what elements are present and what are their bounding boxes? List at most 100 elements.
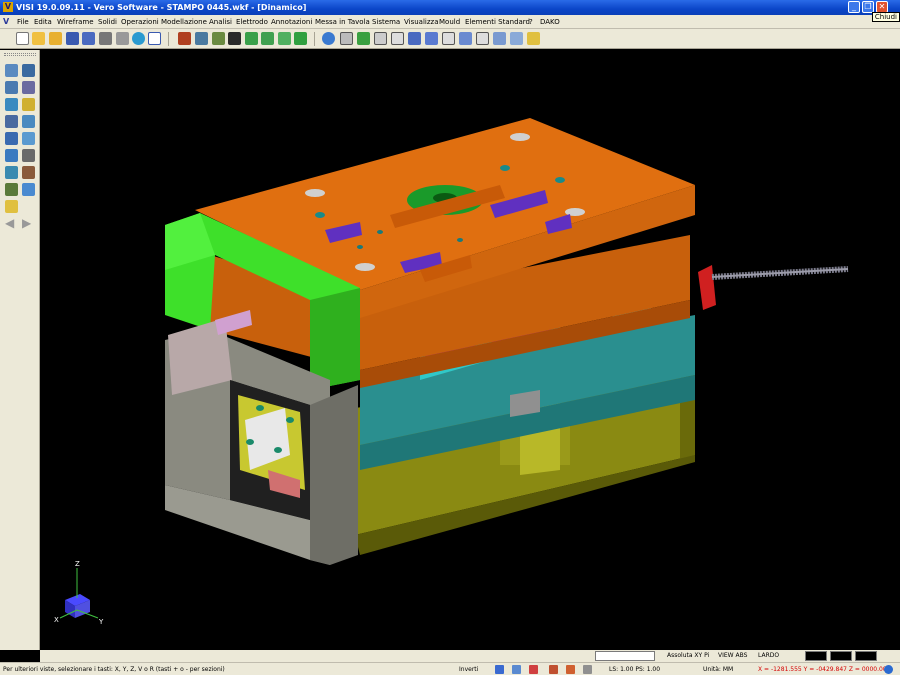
print-icon[interactable] [99, 32, 112, 45]
menu-logo-icon[interactable]: V [3, 16, 13, 27]
zoom-window-icon[interactable] [5, 64, 18, 77]
snap-end-icon[interactable] [549, 665, 558, 674]
measure-icon[interactable] [22, 149, 35, 162]
menu-sistema[interactable]: Sistema [372, 17, 400, 27]
menu-wireframe[interactable]: Wireframe [57, 17, 94, 27]
layer-icon[interactable] [5, 149, 18, 162]
color-swatch-2[interactable] [830, 651, 852, 661]
view-mode[interactable]: VIEW ABS [718, 651, 747, 661]
view-h-icon[interactable] [459, 32, 472, 45]
invert-button[interactable]: Inverti [459, 665, 478, 674]
view-i-icon[interactable] [476, 32, 489, 45]
view-c-icon[interactable] [374, 32, 387, 45]
menu-analisi[interactable]: Analisi [209, 17, 232, 27]
coord-mode[interactable]: Assoluta XY Pi [667, 651, 709, 661]
3d-viewport[interactable]: Z X Y [40, 50, 900, 650]
snap-mid-icon[interactable] [566, 665, 575, 674]
menu-modellazione[interactable]: Modellazione [161, 17, 207, 27]
print-preview-icon[interactable] [116, 32, 129, 45]
axis-x-label: X [54, 616, 59, 624]
view-k-icon[interactable] [510, 32, 523, 45]
cursor-coordinates: X = -1281.555 Y = -0429.847 Z = 0000.000 [758, 666, 891, 673]
zoom-in-icon[interactable] [5, 81, 18, 94]
back-arrow-icon[interactable]: ◀ [5, 217, 18, 230]
view-front-icon[interactable] [5, 115, 18, 128]
snap-center-icon[interactable] [583, 665, 592, 674]
menu-dako[interactable]: DAKO [540, 17, 560, 27]
tool-c-icon[interactable] [228, 32, 241, 45]
menu-messa-in-tavola[interactable]: Messa in Tavola [315, 17, 370, 27]
toolbar-separator [314, 32, 315, 46]
tool-g-icon[interactable] [294, 32, 307, 45]
forward-arrow-icon[interactable]: ▶ [22, 217, 35, 230]
view-j-icon[interactable] [493, 32, 506, 45]
axis-y-label: Y [98, 618, 104, 626]
wire-icon[interactable] [22, 132, 35, 145]
zoom-extents-icon[interactable] [22, 64, 35, 77]
color-swatch-3[interactable] [855, 651, 877, 661]
status-bar: Per ulteriori viste, selezionare i tasti… [0, 662, 900, 675]
menu-elementi-standard[interactable]: Elementi Standard [465, 17, 530, 27]
units-indicator: Unità: MM [703, 666, 734, 673]
grid-icon[interactable] [527, 32, 540, 45]
pan-icon[interactable] [5, 98, 18, 111]
left-toolbox: ◀ ▶ [0, 50, 40, 650]
help-icon[interactable] [5, 166, 18, 179]
tool-d-icon[interactable] [245, 32, 258, 45]
active-layer[interactable]: LARDO [758, 651, 779, 661]
view-g-icon[interactable] [442, 32, 455, 45]
refresh-icon[interactable] [322, 32, 335, 45]
globe-icon[interactable] [132, 32, 145, 45]
view-d-icon[interactable] [391, 32, 404, 45]
rotate-icon[interactable] [22, 98, 35, 111]
status-globe-icon[interactable] [884, 665, 893, 674]
view-e-icon[interactable] [408, 32, 421, 45]
view-top-icon[interactable] [22, 115, 35, 128]
menu-operazioni[interactable]: Operazioni [121, 17, 159, 27]
mould-assembly-render: Z X Y [54, 118, 849, 626]
snap-icon[interactable] [512, 665, 521, 674]
tool-a-icon[interactable] [195, 32, 208, 45]
open-icon[interactable] [49, 32, 62, 45]
undo-icon[interactable] [178, 32, 191, 45]
menu-visualizza[interactable]: Visualizza [404, 17, 438, 27]
tool-b-icon[interactable] [212, 32, 225, 45]
shade-icon[interactable] [5, 132, 18, 145]
menu-bar: V File Edita Wireframe Solidi Operazioni… [0, 15, 900, 29]
menu-edita[interactable]: Edita [34, 17, 52, 27]
menu-help[interactable]: ? [529, 17, 533, 27]
tool-e-icon[interactable] [261, 32, 274, 45]
hand-icon[interactable] [5, 200, 18, 213]
toolbar-separator [168, 32, 169, 46]
snap-grid-icon[interactable] [495, 665, 504, 674]
axis-triad: Z X Y [54, 560, 104, 626]
close-tooltip: Chiudi [871, 12, 900, 22]
save-as-icon[interactable] [82, 32, 95, 45]
menu-solidi[interactable]: Solidi [98, 17, 117, 27]
view-b-icon[interactable] [357, 32, 370, 45]
menu-file[interactable]: File [17, 17, 29, 27]
properties-icon[interactable] [22, 166, 35, 179]
trash-icon[interactable] [5, 183, 18, 196]
bottom-field-bar: Assoluta XY Pi VIEW ABS LARDO [40, 650, 900, 662]
visi-app-icon[interactable]: V [3, 2, 13, 12]
menu-elettrodo[interactable]: Elettrodo [236, 17, 268, 27]
ls-ps-scale: LS: 1.00 PS: 1.00 [609, 666, 661, 673]
command-input[interactable] [595, 651, 655, 661]
minimize-button[interactable]: _ [848, 1, 860, 13]
menu-mould[interactable]: Mould [439, 17, 460, 27]
menu-annotazioni[interactable]: Annotazioni [271, 17, 312, 27]
save-icon[interactable] [66, 32, 79, 45]
filter-icon[interactable] [22, 183, 35, 196]
open-folder-icon[interactable] [32, 32, 45, 45]
view-a-icon[interactable] [340, 32, 353, 45]
toolbox-grip[interactable] [4, 53, 36, 56]
zoom-out-icon[interactable] [22, 81, 35, 94]
new-file-icon[interactable] [16, 32, 29, 45]
snap-point-icon[interactable] [529, 665, 538, 674]
window-icon[interactable] [148, 32, 161, 45]
red-connector [698, 265, 716, 310]
view-f-icon[interactable] [425, 32, 438, 45]
color-swatch-1[interactable] [805, 651, 827, 661]
tool-f-icon[interactable] [278, 32, 291, 45]
